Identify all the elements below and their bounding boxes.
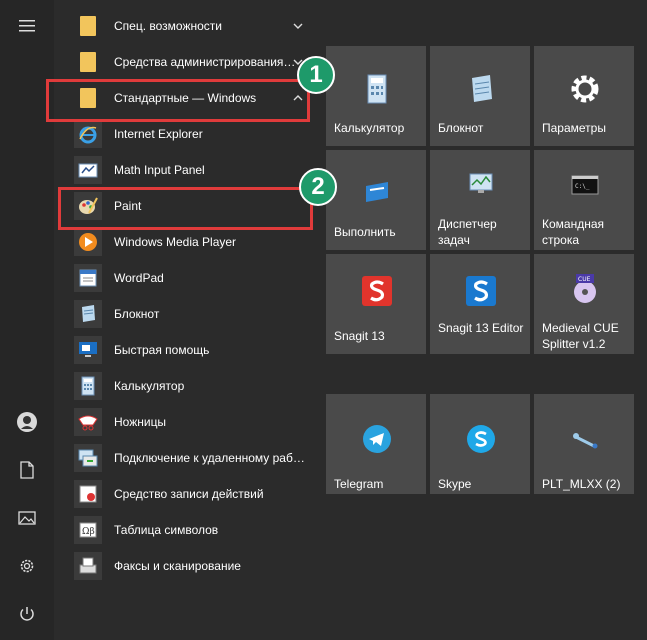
user-avatar-icon[interactable] [0, 402, 54, 442]
skype-icon [467, 425, 495, 453]
tile-run[interactable]: Выполнить [326, 150, 426, 250]
snagit-editor-icon [466, 276, 496, 306]
hamburger-menu-icon[interactable] [0, 6, 54, 46]
list-item-label: Спец. возможности [114, 19, 222, 33]
list-item[interactable]: Факсы и сканирование [54, 548, 316, 584]
list-item[interactable]: Ножницы [54, 404, 316, 440]
tile-label: Диспетчер задач [438, 217, 497, 247]
list-item[interactable]: Быстрая помощь [54, 332, 316, 368]
command-prompt-icon: C:\_ [571, 175, 599, 195]
tile-label: Командная строка [542, 217, 605, 247]
headset-icon [573, 433, 598, 449]
settings-gear-icon[interactable] [0, 546, 54, 586]
tile-label: Telegram [334, 477, 384, 491]
list-item-label: Средства администрирования… [114, 55, 296, 69]
svg-text:C:\_: C:\_ [575, 183, 590, 190]
list-item-label: Подключение к удаленному раб… [114, 451, 305, 465]
power-icon[interactable] [0, 594, 54, 634]
internet-explorer-icon [74, 120, 102, 148]
tile-command-prompt[interactable]: C:\_ Командная строка [534, 150, 634, 250]
tile-task-manager[interactable]: Диспетчер задач [430, 150, 530, 250]
quick-assist-icon [74, 336, 102, 364]
run-icon [366, 182, 388, 202]
media-player-icon [74, 228, 102, 256]
calculator-icon [367, 74, 387, 104]
list-item[interactable]: Math Input Panel [54, 152, 316, 188]
tile-notepad[interactable]: Блокнот [430, 46, 530, 146]
steps-recorder-icon [74, 480, 102, 508]
list-item[interactable]: Ωβ Таблица символов [54, 512, 316, 548]
tile-label: Калькулятор [334, 121, 405, 135]
step-badge-2: 2 [299, 168, 337, 206]
tile-label: Snagit 13 Editor [438, 321, 524, 335]
tile-cue-splitter[interactable]: CUE Medieval CUE Splitter v1.2 [534, 254, 634, 354]
tile-settings[interactable]: Параметры [534, 46, 634, 146]
list-item-label: Факсы и сканирование [114, 559, 241, 573]
list-item-label: Таблица символов [114, 523, 219, 537]
wordpad-icon [74, 264, 102, 292]
tile-skype[interactable]: Skype [430, 394, 530, 494]
snagit-icon [362, 276, 392, 306]
chevron-down-icon[interactable] [290, 18, 306, 34]
list-item[interactable]: Калькулятор [54, 368, 316, 404]
folder-icon [74, 48, 102, 76]
list-item[interactable]: WordPad [54, 260, 316, 296]
list-item[interactable]: Спец. возможности [54, 8, 316, 44]
fax-scan-icon [74, 552, 102, 580]
list-item-label: Math Input Panel [114, 163, 205, 177]
tile-snagit[interactable]: Snagit 13 [326, 254, 426, 354]
documents-icon[interactable] [0, 450, 54, 490]
calculator-icon [74, 372, 102, 400]
task-manager-icon [469, 173, 493, 193]
list-item-label: Средство записи действий [114, 487, 264, 501]
list-item-label: Калькулятор [114, 379, 185, 393]
svg-text:Ωβ: Ωβ [82, 527, 95, 537]
tile-telegram[interactable]: Telegram [326, 394, 426, 494]
notepad-icon [74, 300, 102, 328]
list-item[interactable]: Подключение к удаленному раб… [54, 440, 316, 476]
folder-icon [74, 12, 102, 40]
list-item[interactable]: Средство записи действий [54, 476, 316, 512]
tile-label: Выполнить [334, 225, 396, 239]
list-item-label: Блокнот [114, 307, 160, 321]
math-input-panel-icon [74, 156, 102, 184]
tile-label: Skype [438, 477, 472, 491]
svg-text:CUE: CUE [578, 276, 591, 283]
highlight-box-paint [58, 187, 313, 230]
snipping-tool-icon [74, 408, 102, 436]
list-item-label: Ножницы [114, 415, 167, 429]
list-item-label: WordPad [114, 271, 164, 285]
tile-label: PLT_MLXX (2) [542, 477, 621, 491]
step-badge-1: 1 [297, 56, 335, 94]
list-item-label: Быстрая помощь [114, 343, 210, 357]
tile-plt-mlxx[interactable]: PLT_MLXX (2) [534, 394, 634, 494]
gear-icon [571, 75, 599, 103]
tile-label: Блокнот [438, 121, 484, 135]
tile-label: Medieval CUE Splitter v1.2 [542, 321, 619, 351]
pictures-icon[interactable] [0, 498, 54, 538]
tile-calculator[interactable]: Калькулятор [326, 46, 426, 146]
notepad-icon [472, 75, 492, 102]
list-item[interactable]: Средства администрирования… [54, 44, 316, 80]
character-map-icon: Ωβ [74, 516, 102, 544]
cue-splitter-icon: CUE [574, 274, 596, 303]
tile-label: Snagit 13 [334, 329, 385, 343]
telegram-icon [363, 425, 391, 453]
tile-label: Параметры [542, 121, 606, 135]
remote-desktop-icon [74, 444, 102, 472]
list-item[interactable]: Блокнот [54, 296, 316, 332]
highlight-box-standard-windows [46, 79, 310, 122]
tile-snagit-editor[interactable]: Snagit 13 Editor [430, 254, 530, 354]
